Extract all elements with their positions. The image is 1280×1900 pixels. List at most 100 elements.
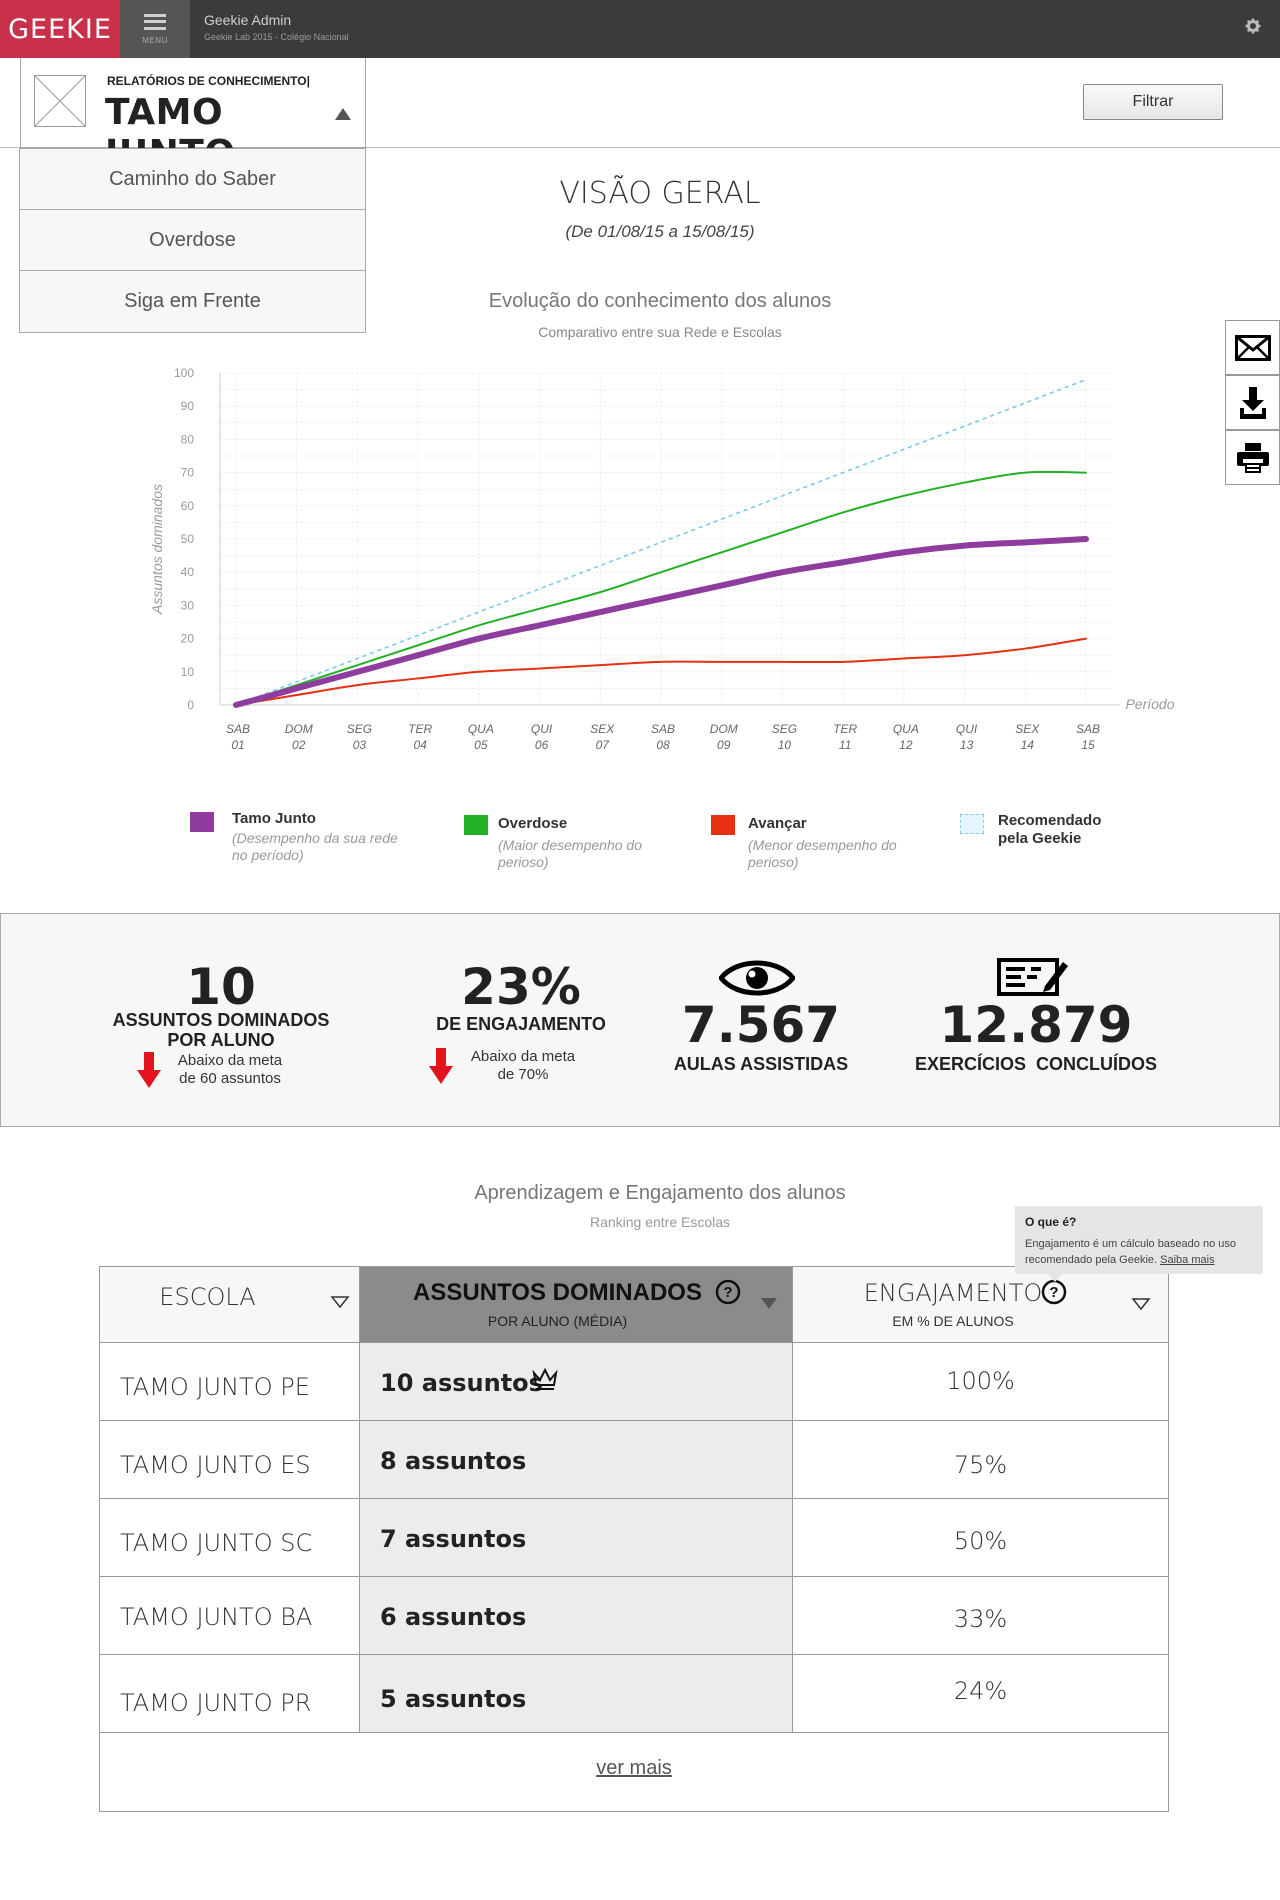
svg-text:?: ? [723, 1284, 732, 1301]
report-selector[interactable]: RELATÓRIOS DE CONHECIMENTO| TAMO JUNTO [20, 58, 366, 174]
table-row[interactable]: TAMO JUNTO PR 5 assuntos 24% [100, 1655, 1168, 1733]
download-button[interactable] [1225, 375, 1280, 430]
y-tick-label: 40 [181, 565, 195, 579]
table-row[interactable]: TAMO JUNTO SC 7 assuntos 50% [100, 1499, 1168, 1577]
y-tick-label: 10 [181, 665, 195, 679]
engagement-tooltip: O que é? Engajamento é um cálculo basead… [1015, 1206, 1263, 1274]
help-circle-icon[interactable]: ? [715, 1279, 741, 1310]
dropdown-item[interactable]: Siga em Frente [20, 271, 365, 332]
x-tick-label: 03 [353, 738, 367, 752]
sort-down-icon[interactable] [1131, 1297, 1151, 1316]
x-axis-label: Período [1125, 696, 1174, 712]
x-tick-label: SEG [347, 722, 372, 736]
svg-text:?: ? [1049, 1284, 1058, 1301]
kpi-engajamento-value: 23% [461, 958, 581, 1016]
dropdown-item[interactable]: Caminho do Saber [20, 149, 365, 210]
geekie-logo[interactable]: GEEKIE [0, 0, 120, 58]
school-name: TAMO JUNTO PR [120, 1689, 312, 1717]
legend-swatch [960, 814, 984, 834]
legend-name: Overdose [498, 815, 568, 832]
x-tick-label: QUA [893, 722, 919, 736]
kpi-exercicios-value: 12.879 [939, 996, 1133, 1054]
x-tick-label: 05 [474, 738, 488, 752]
y-tick-label: 90 [181, 399, 195, 413]
assuntos-value: 8 assuntos [380, 1447, 527, 1475]
hamburger-icon [144, 13, 166, 30]
x-tick-label: QUI [956, 722, 978, 736]
engajamento-value: 100% [946, 1367, 1015, 1395]
kpi-assuntos-label-2: POR ALUNO [167, 1030, 275, 1050]
kpi-assuntos-value: 10 [186, 958, 256, 1016]
column-assuntos[interactable]: ASSUNTOS DOMINADOS ? POR ALUNO (MÉDIA) [360, 1267, 793, 1342]
x-tick-label: 04 [413, 738, 427, 752]
x-tick-label: SEG [772, 722, 797, 736]
report-dropdown: Caminho do Saber Overdose Siga em Frente [19, 148, 366, 333]
tooltip-heading: O que é? [1025, 1215, 1077, 1229]
overview-title: VISÃO GERAL [559, 176, 761, 211]
engajamento-value: 50% [953, 1527, 1008, 1555]
kpi-assuntos-label: ASSUNTOS DOMINADOS [112, 1010, 330, 1030]
table-row[interactable]: TAMO JUNTO BA 6 assuntos 33% [100, 1577, 1168, 1655]
x-tick-label: SAB [1076, 722, 1100, 736]
crown-icon [532, 1367, 558, 1396]
engajamento-value: 24% [953, 1677, 1008, 1705]
engajamento-value: 75% [953, 1451, 1008, 1479]
gear-icon[interactable] [1244, 18, 1262, 36]
y-tick-label: 80 [181, 432, 195, 446]
tooltip-pointer [1048, 1274, 1062, 1282]
column-engajamento[interactable]: ENGAJAMENTO ? EM % DE ALUNOS [793, 1267, 1168, 1342]
legend-name: Recomendado pela Geekie [998, 812, 1102, 847]
column-engajamento-sub: EM % DE ALUNOS [892, 1313, 1014, 1329]
assuntos-value: 10 assuntos [380, 1369, 543, 1397]
x-tick-label: 12 [899, 738, 913, 752]
table-row[interactable]: TAMO JUNTO ES 8 assuntos 75% [100, 1421, 1168, 1499]
sort-down-icon[interactable] [330, 1295, 350, 1314]
see-more-link[interactable]: ver mais [100, 1757, 1168, 1780]
x-tick-label: DOM [285, 722, 313, 736]
column-assuntos-sub: POR ALUNO (MÉDIA) [487, 1313, 628, 1329]
x-tick-label: QUA [468, 722, 494, 736]
dropdown-item[interactable]: Overdose [20, 210, 365, 271]
caret-up-icon[interactable] [335, 108, 351, 120]
school-name: TAMO JUNTO PE [120, 1373, 310, 1401]
legend-swatch [711, 815, 735, 835]
envelope-icon [1234, 334, 1271, 361]
filter-button[interactable]: Filtrar [1083, 84, 1223, 120]
chart-title: Evolução do conhecimento dos alunos [488, 290, 832, 312]
legend-name: Avançar [748, 815, 807, 832]
column-escola[interactable]: ESCOLA [100, 1267, 360, 1342]
x-tick-label: 06 [535, 738, 549, 752]
menu-button[interactable]: MENU [120, 0, 190, 58]
x-tick-label: 09 [717, 738, 731, 752]
kpi-exercicios-label: EXERCÍCIOS CONCLUÍDOS [914, 1054, 1158, 1074]
x-tick-label: 13 [960, 738, 974, 752]
x-tick-label: SAB [226, 722, 250, 736]
print-button[interactable] [1225, 430, 1280, 485]
table-row[interactable]: TAMO JUNTO PE 10 assuntos 100% [100, 1343, 1168, 1421]
help-circle-icon[interactable]: ? [1041, 1279, 1067, 1310]
top-bar: GEEKIE MENU Geekie Admin Geekie Lab 2015… [0, 0, 1280, 58]
kpi-panel: 10 ASSUNTOS DOMINADOS POR ALUNO Abaixo d… [0, 913, 1280, 1127]
tooltip-link[interactable]: Saiba mais [1160, 1254, 1214, 1266]
x-tick-label: 07 [596, 738, 611, 752]
ranking-title: Aprendizagem e Engajamento dos alunos [474, 1182, 846, 1204]
kpi-engajamento-label: DE ENGAJAMENTO [436, 1014, 606, 1034]
y-tick-label: 100 [174, 366, 194, 380]
email-button[interactable] [1225, 320, 1280, 375]
school-image-placeholder [34, 75, 86, 127]
assuntos-value: 5 assuntos [380, 1685, 527, 1713]
table-footer: ver mais [100, 1733, 1168, 1811]
x-tick-label: 10 [778, 738, 792, 752]
sort-down-icon[interactable] [760, 1297, 778, 1316]
y-tick-label: 70 [181, 466, 195, 480]
x-tick-label: 01 [231, 738, 244, 752]
kpi-aulas-label: AULAS ASSISTIDAS [673, 1054, 849, 1074]
x-tick-label: 02 [292, 738, 306, 752]
y-tick-label: 50 [181, 532, 195, 546]
kpi-assuntos-note-2: de 60 assuntos [179, 1070, 281, 1087]
school-name: TAMO JUNTO ES [120, 1451, 311, 1479]
x-tick-label: 14 [1021, 738, 1035, 752]
kpi-engajamento-note-2: de 70% [497, 1066, 549, 1083]
school-name: TAMO JUNTO SC [120, 1529, 313, 1557]
x-tick-label: SEX [590, 722, 615, 736]
